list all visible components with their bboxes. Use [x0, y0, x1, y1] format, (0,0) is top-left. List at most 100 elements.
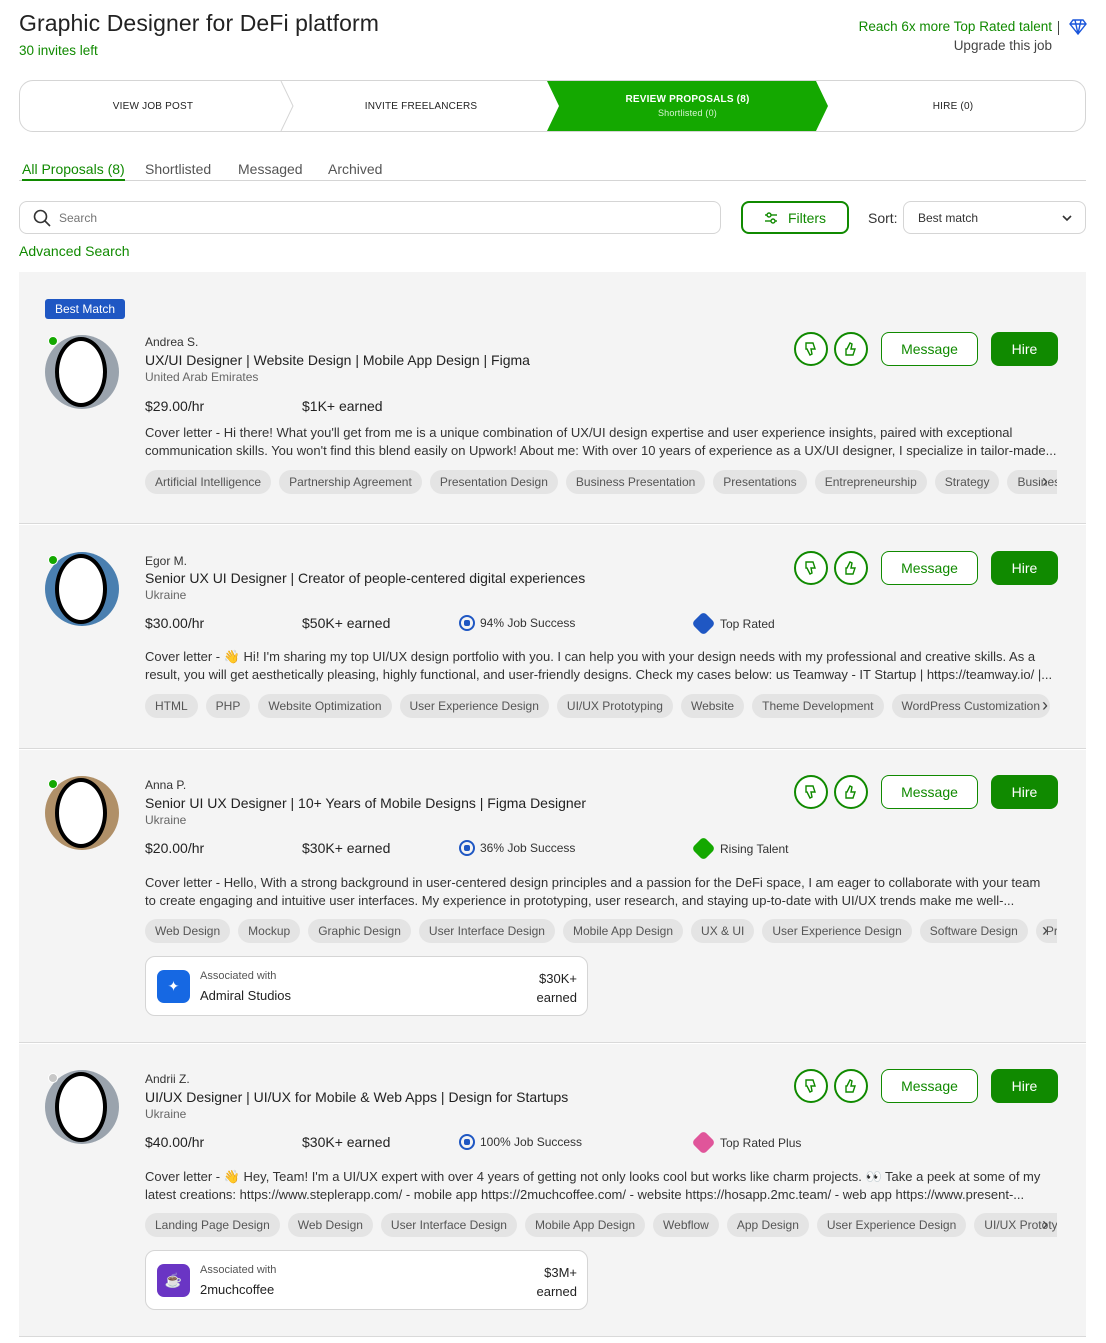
skill-tag[interactable]: UI/UX Prototyping — [556, 694, 673, 718]
total-earned: $1K+ earned — [302, 398, 383, 414]
job-success-icon — [459, 615, 475, 631]
skill-tag[interactable]: Web Design — [287, 1213, 373, 1237]
freelancer-name[interactable]: Anna P. — [145, 778, 186, 792]
freelancer-name[interactable]: Andrea S. — [145, 335, 198, 349]
skill-tag[interactable]: HTML — [145, 694, 198, 718]
proposal-card[interactable]: Egor M. Senior UX UI Designer | Creator … — [19, 525, 1086, 749]
hire-button[interactable]: Hire — [991, 775, 1058, 809]
chevron-right-icon[interactable]: › — [1042, 695, 1048, 716]
skill-tag[interactable]: Business Presentation — [565, 470, 706, 494]
proposal-card[interactable]: Anna P. Senior UI UX Designer | 10+ Year… — [19, 750, 1086, 1043]
reach-more-link[interactable]: Reach 6x more Top Rated talent — [859, 17, 1052, 36]
cover-letter[interactable]: Cover letter - Hello, With a strong back… — [145, 874, 1063, 910]
cover-letter[interactable]: Cover letter - 👋 Hi! I'm sharing my top … — [145, 648, 1063, 684]
skill-tag[interactable]: Presentation Design — [429, 470, 558, 494]
freelancer-title: Senior UI UX Designer | 10+ Years of Mob… — [145, 795, 587, 811]
skill-tag[interactable]: Mobile App Design — [562, 919, 684, 943]
freelancer-title: Senior UX UI Designer | Creator of peopl… — [145, 570, 586, 586]
proposal-card[interactable]: Andrii Z. UI/UX Designer | UI/UX for Mob… — [19, 1044, 1086, 1337]
search-input[interactable] — [59, 208, 659, 228]
cover-letter[interactable]: Cover letter - 👋 Hey, Team! I'm a UI/UX … — [145, 1168, 1063, 1204]
skill-tag[interactable]: WordPress Customization — [891, 694, 1050, 718]
job-success-icon — [459, 840, 475, 856]
freelancer-name[interactable]: Andrii Z. — [145, 1072, 190, 1086]
agency-name[interactable]: Admiral Studios — [200, 988, 291, 1003]
message-button[interactable]: Message — [881, 332, 978, 366]
thumbs-up-icon[interactable] — [834, 332, 868, 366]
step-review-proposals[interactable]: REVIEW PROPOSALS (8) Shortlisted (0) — [547, 81, 828, 131]
thumbs-down-icon[interactable] — [794, 775, 828, 809]
skill-tag[interactable]: Business — [1007, 470, 1057, 494]
thumbs-up-icon[interactable] — [834, 551, 868, 585]
skill-tag[interactable]: User Experience Design — [399, 694, 549, 718]
cover-letter[interactable]: Cover letter - Hi there! What you'll get… — [145, 424, 1063, 460]
hire-button[interactable]: Hire — [991, 332, 1058, 366]
tab-all-proposals[interactable]: All Proposals (8) — [22, 161, 125, 181]
chevron-right-icon[interactable]: › — [1042, 471, 1048, 492]
skill-tag[interactable]: Web Design — [145, 919, 231, 943]
skill-tag[interactable]: Mobile App Design — [524, 1213, 646, 1237]
skill-tag[interactable]: User Experience Design — [762, 919, 912, 943]
agency-association[interactable]: ✦ Associated with Admiral Studios $30K+ e… — [145, 956, 588, 1016]
filters-button[interactable]: Filters — [741, 201, 849, 234]
step-hire[interactable]: HIRE (0) — [820, 81, 1085, 131]
skill-tag[interactable]: User Interface Design — [418, 919, 555, 943]
step-invite-freelancers[interactable]: INVITE FREELANCERS — [288, 81, 554, 131]
skill-tag[interactable]: App Design — [726, 1213, 809, 1237]
skill-tag[interactable]: Webflow — [653, 1213, 719, 1237]
hourly-rate: $20.00/hr — [145, 840, 205, 856]
skill-tag[interactable]: User Interface Design — [380, 1213, 517, 1237]
message-button[interactable]: Message — [881, 551, 978, 585]
proposal-card[interactable]: Best Match Andrea S. UX/UI Designer | We… — [19, 272, 1086, 524]
proposal-tabs: All Proposals (8) Shortlisted Messaged A… — [19, 160, 1086, 181]
skill-tag[interactable]: Theme Development — [752, 694, 884, 718]
chevron-right-icon[interactable]: › — [1042, 920, 1048, 941]
freelancer-name[interactable]: Egor M. — [145, 554, 187, 568]
tab-messaged[interactable]: Messaged — [238, 161, 303, 177]
skill-tag[interactable]: Website — [680, 694, 745, 718]
skill-tag[interactable]: Website Optimization — [258, 694, 392, 718]
skill-tag[interactable]: Software Design — [919, 919, 1028, 943]
agency-association[interactable]: ☕ Associated with 2muchcoffee $3M+ earned — [145, 1250, 588, 1310]
avatar[interactable] — [45, 335, 119, 409]
agency-logo-icon: ☕ — [157, 1264, 190, 1297]
thumbs-down-icon[interactable] — [794, 1069, 828, 1103]
upgrade-job-link[interactable]: Upgrade this job — [859, 36, 1052, 55]
hire-button[interactable]: Hire — [991, 551, 1058, 585]
thumbs-up-icon[interactable] — [834, 1069, 868, 1103]
skill-tag[interactable]: Landing Page Design — [145, 1213, 280, 1237]
sliders-icon — [764, 211, 777, 224]
thumbs-down-icon[interactable] — [794, 332, 828, 366]
skill-tag[interactable]: Partnership Agreement — [279, 470, 422, 494]
skills-list: Web Design Mockup Graphic Design User Inter… — [145, 919, 1057, 945]
upgrade-promo[interactable]: Reach 6x more Top Rated talent Upgrade t… — [859, 17, 1087, 55]
skill-tag[interactable]: Graphic Design — [308, 919, 411, 943]
tab-archived[interactable]: Archived — [328, 161, 382, 177]
sort-select[interactable]: Best match — [903, 201, 1086, 234]
thumbs-down-icon[interactable] — [794, 551, 828, 585]
tab-shortlisted[interactable]: Shortlisted — [145, 161, 211, 177]
message-button[interactable]: Message — [881, 775, 978, 809]
job-success: 36% Job Success — [459, 840, 575, 856]
associated-label: Associated with — [200, 970, 277, 982]
hire-button[interactable]: Hire — [991, 1069, 1058, 1103]
skill-tag[interactable]: Entrepreneurship — [814, 470, 927, 494]
message-button[interactable]: Message — [881, 1069, 978, 1103]
diamond-icon — [1069, 19, 1087, 37]
skill-tag[interactable]: User Experience Design — [816, 1213, 967, 1237]
job-header: Graphic Designer for DeFi platform 30 in… — [19, 10, 1087, 70]
chevron-right-icon[interactable]: › — [1042, 1214, 1048, 1235]
freelancer-country: Ukraine — [145, 588, 187, 602]
skill-tag[interactable]: Presentations — [713, 470, 807, 494]
skill-tag[interactable]: Strategy — [934, 470, 1000, 494]
skill-tag[interactable]: PHP — [205, 694, 251, 718]
step-view-job-post[interactable]: VIEW JOB POST — [20, 81, 286, 131]
search-box[interactable] — [19, 201, 721, 234]
agency-name[interactable]: 2muchcoffee — [200, 1282, 274, 1297]
advanced-search-link[interactable]: Advanced Search — [19, 243, 130, 259]
skill-tag[interactable]: Artificial Intelligence — [145, 470, 272, 494]
offline-status-icon — [48, 1073, 58, 1083]
skill-tag[interactable]: UX & UI — [691, 919, 755, 943]
skill-tag[interactable]: Mockup — [238, 919, 301, 943]
thumbs-up-icon[interactable] — [834, 775, 868, 809]
